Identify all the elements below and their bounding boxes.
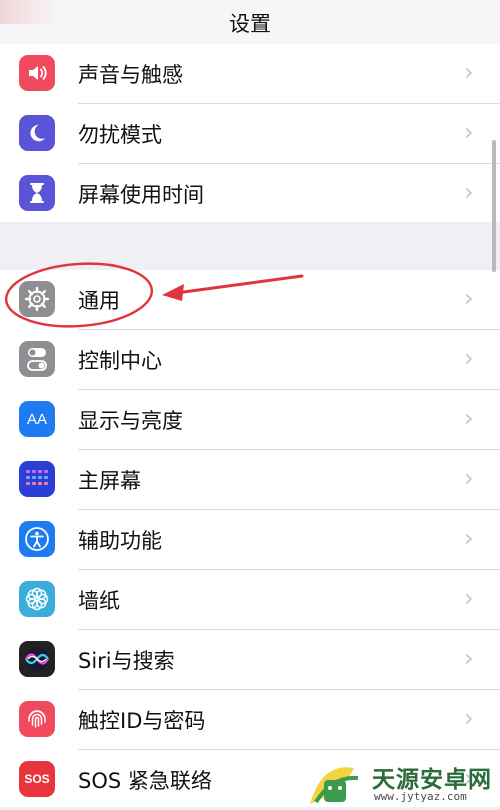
watermark: 天源安卓网 www.jytyaz.com — [300, 754, 500, 807]
watermark-brand: 天源安卓网 — [372, 767, 492, 793]
annotation-highlight — [4, 262, 304, 328]
annotation-arrow — [174, 274, 304, 295]
watermark-logo-icon — [310, 767, 359, 804]
watermark-url: www.jytyaz.com — [374, 790, 467, 803]
annotation-circle — [4, 262, 154, 328]
